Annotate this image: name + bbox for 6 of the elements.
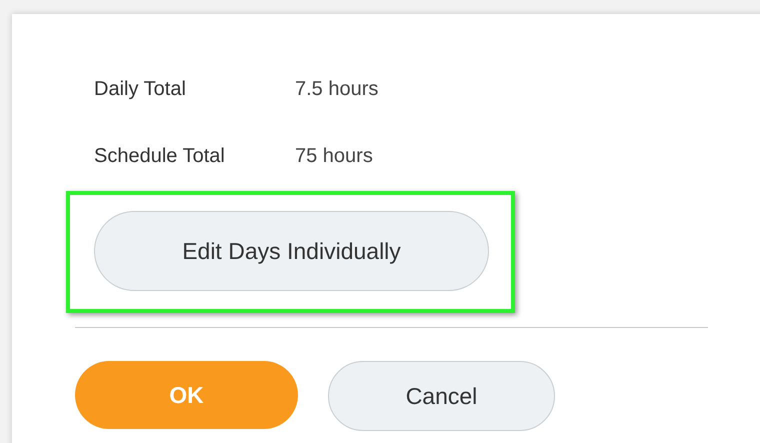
- field-value: 75 hours: [295, 144, 373, 168]
- field-label: Daily Total: [94, 78, 187, 100]
- edit-days-button[interactable]: Edit Days Individually: [94, 211, 489, 291]
- field-label: Schedule Total: [94, 144, 226, 168]
- field-value: 7.5 hours: [295, 78, 378, 100]
- cancel-button[interactable]: Cancel: [328, 361, 555, 431]
